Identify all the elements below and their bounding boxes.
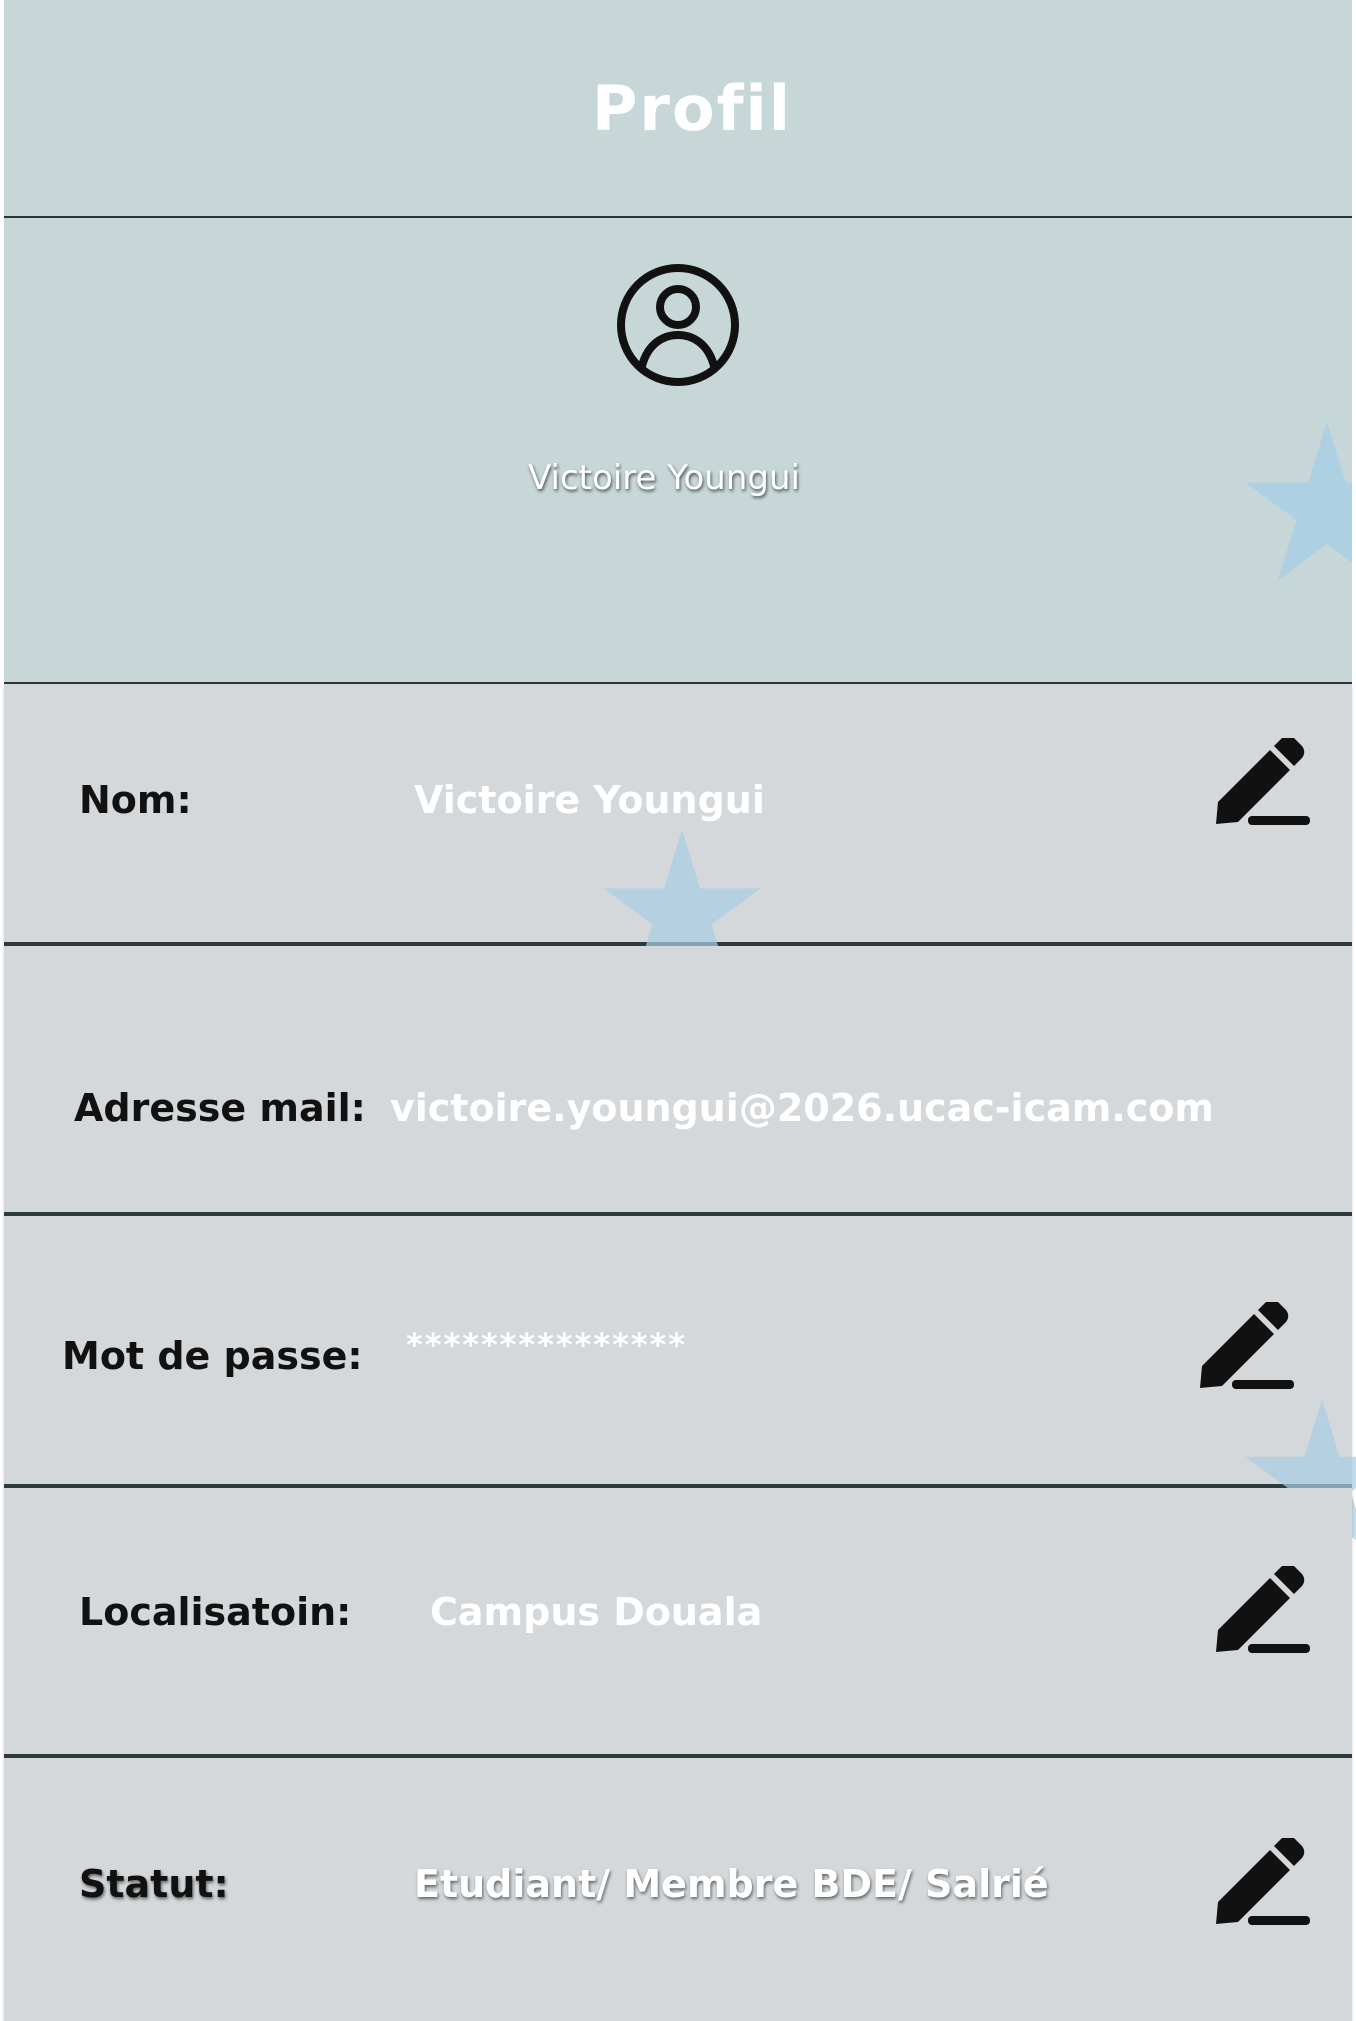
profile-summary: Victoire Youngui [4, 218, 1352, 684]
pencil-icon [1200, 1299, 1294, 1389]
pencil-icon [1216, 1563, 1310, 1653]
header-bar: Profil [4, 0, 1352, 218]
field-row-name: Nom: Victoire Youngui [4, 684, 1352, 984]
star-decoration [1245, 421, 1352, 582]
password-label: Mot de passe: [62, 1334, 363, 1378]
pencil-icon [1216, 735, 1310, 825]
status-label: Statut: [79, 1862, 229, 1906]
location-value: Campus Douala [430, 1590, 763, 1634]
field-row-password: Mot de passe: *************** [4, 1216, 1356, 1550]
edit-location-button[interactable] [1212, 1563, 1312, 1656]
page-title: Profil [591, 71, 793, 145]
pencil-icon [1216, 1835, 1310, 1925]
edit-name-button[interactable] [1212, 735, 1312, 828]
edit-password-button[interactable] [1196, 1299, 1296, 1392]
profile-display-name: Victoire Youngui [528, 458, 800, 498]
status-value: Etudiant/ Membre BDE/ Salrié [414, 1862, 1049, 1906]
email-label: Adresse mail: [74, 1086, 366, 1130]
edit-status-button[interactable] [1212, 1835, 1312, 1928]
field-row-email: Adresse mail: victoire.youngui@2026.ucac… [4, 946, 1352, 1216]
field-row-location: Localisatoin: Campus Douala [4, 1488, 1352, 1758]
password-value: *************** [406, 1326, 688, 1364]
email-value: victoire.youngui@2026.ucac-icam.com [390, 1086, 1214, 1130]
name-value: Victoire Youngui [414, 778, 765, 822]
name-label: Nom: [79, 778, 192, 822]
profile-screen: Profil Victoire Youngui Nom: Victoire Yo… [4, 0, 1356, 2021]
field-row-status: Statut: Etudiant/ Membre BDE/ Salrié [4, 1758, 1352, 2021]
user-circle-icon[interactable] [616, 263, 740, 387]
location-label: Localisatoin: [79, 1590, 352, 1634]
